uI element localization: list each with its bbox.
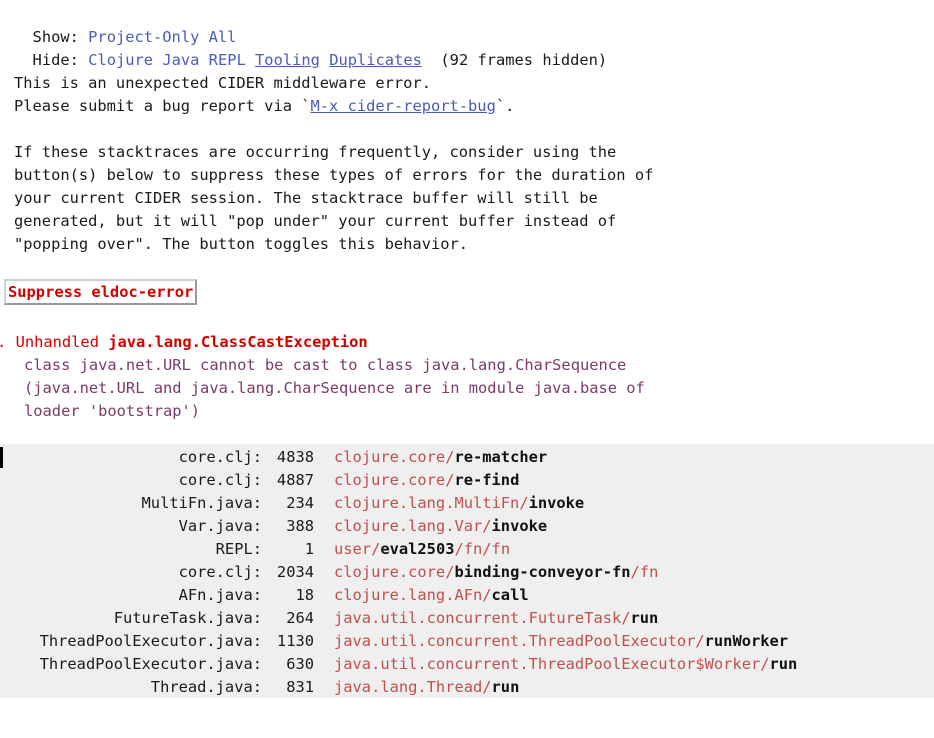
- stack-frame[interactable]: Var.java: 388 clojure.lang.Var/invoke: [0, 515, 934, 538]
- frame-namespace: java.util.concurrent.ThreadPoolExecutor/: [334, 632, 705, 650]
- stack-frame[interactable]: MultiFn.java: 234 clojure.lang.MultiFn/inv…: [0, 492, 934, 515]
- frame-function-name: run: [630, 609, 659, 627]
- frame-file: core.clj:: [178, 563, 262, 581]
- error-message-line: loader 'bootstrap'): [24, 402, 201, 420]
- notice-line-2: Please submit a bug report via `M-x cide…: [14, 95, 514, 118]
- frame-file: AFn.java:: [178, 586, 262, 604]
- stack-frame[interactable]: core.clj: 4887 clojure.core/re-find: [0, 469, 934, 492]
- filter-duplicates[interactable]: Duplicates: [329, 51, 422, 69]
- frame-function-name: invoke: [528, 494, 585, 512]
- frame-namespace: clojure.lang.Var/: [334, 517, 492, 535]
- frame-namespace: clojure.core/: [334, 448, 455, 466]
- notice-line-1: This is an unexpected CIDER middleware e…: [14, 74, 431, 92]
- frame-function-name: runWorker: [704, 632, 789, 650]
- frame-file: core.clj:: [178, 471, 262, 489]
- notice-paragraph-line: button(s) below to suppress these types …: [14, 166, 654, 184]
- error-message-line: (java.net.URL and java.lang.CharSequence…: [24, 379, 645, 397]
- frame-function-name: invoke: [491, 517, 548, 535]
- stack-frame[interactable]: core.clj: 4838 clojure.core/re-matcher: [0, 446, 934, 469]
- frame-line-number: 264: [286, 609, 314, 627]
- error-header: . Unhandled java.lang.ClassCastException: [0, 331, 368, 354]
- hide-label: Hide:: [32, 51, 89, 69]
- frame-file: FutureTask.java:: [113, 609, 262, 627]
- frame-line-number: 18: [295, 586, 314, 604]
- frame-file: Var.java:: [178, 517, 262, 535]
- filter-java[interactable]: Java: [162, 51, 199, 69]
- stack-frame[interactable]: ThreadPoolExecutor.java: 1130 java.util.co…: [0, 630, 934, 653]
- frame-file: ThreadPoolExecutor.java:: [39, 632, 262, 650]
- exception-class[interactable]: java.lang.ClassCastException: [108, 333, 367, 351]
- frame-line-number: 1130: [276, 632, 314, 650]
- frame-function-name: run: [491, 678, 520, 696]
- frame-function-name: run: [769, 655, 798, 673]
- stack-frame[interactable]: Thread.java: 831 java.lang.Thread/run: [0, 676, 934, 699]
- notice-paragraph-line: your current CIDER session. The stacktra…: [14, 189, 598, 207]
- notice-line-2-prefix: Please submit a bug report via `: [14, 97, 311, 115]
- frame-function-name: eval2503: [380, 540, 455, 558]
- frame-function-name: call: [491, 586, 529, 604]
- frame-namespace: clojure.lang.AFn/: [334, 586, 492, 604]
- frame-namespace: clojure.lang.MultiFn/: [334, 494, 529, 512]
- hide-filter-row: Hide: Clojure Java REPL Tooling Duplicat…: [14, 26, 608, 69]
- frame-file: MultiFn.java:: [141, 494, 262, 512]
- frame-namespace: user/: [334, 540, 381, 558]
- error-message-line: class java.net.URL cannot be cast to cla…: [24, 356, 627, 374]
- error-unhandled-label: Unhandled: [15, 333, 109, 351]
- frame-function: clojure.core/binding-conveyor-fn/fn: [334, 561, 658, 584]
- notice-paragraph-line: "popping over". The button toggles this …: [14, 235, 469, 253]
- frame-function: java.util.concurrent.ThreadPoolExecutor/…: [334, 630, 788, 653]
- hidden-frames-count: (92 frames hidden): [440, 51, 608, 69]
- notice-paragraph-line: generated, but it will "pop under" your …: [14, 212, 617, 230]
- frame-namespace: clojure.core/: [334, 471, 455, 489]
- frame-function-name: re-find: [454, 471, 520, 489]
- error-number: .: [0, 333, 6, 351]
- stack-frame[interactable]: ThreadPoolExecutor.java: 630 java.util.con…: [0, 653, 934, 676]
- frame-function: java.util.concurrent.FutureTask/run: [334, 607, 658, 630]
- filter-repl[interactable]: REPL: [209, 51, 246, 69]
- frame-function: clojure.lang.Var/invoke: [334, 515, 547, 538]
- suppress-eldoc-error-button[interactable]: Suppress eldoc-error: [4, 279, 198, 305]
- show-filter-row: Show: Project-Only All: [14, 3, 237, 46]
- frame-file: core.clj:: [178, 448, 262, 466]
- frame-file: Thread.java:: [150, 678, 262, 696]
- frame-line-number: 388: [286, 517, 314, 535]
- frame-file: REPL:: [215, 540, 262, 558]
- frame-function-name: binding-conveyor-fn: [454, 563, 631, 581]
- frame-function: clojure.lang.MultiFn/invoke: [334, 492, 584, 515]
- notice-line-2-suffix: `.: [495, 97, 515, 115]
- frame-line-number: 1: [304, 540, 314, 558]
- frame-namespace: clojure.core/: [334, 563, 455, 581]
- stack-frame[interactable]: FutureTask.java: 264 java.util.concurrent.…: [0, 607, 934, 630]
- report-bug-link[interactable]: M-x cider-report-bug: [311, 97, 496, 115]
- frame-function: clojure.lang.AFn/call: [334, 584, 529, 607]
- frame-function: java.lang.Thread/run: [334, 676, 519, 699]
- frame-line-number: 2034: [276, 563, 314, 581]
- frame-function-suffix: /fn: [630, 563, 659, 581]
- frame-line-number: 630: [286, 655, 314, 673]
- stack-frame[interactable]: AFn.java: 18 clojure.lang.AFn/call: [0, 584, 934, 607]
- stack-frame[interactable]: REPL: 1 user/eval2503/fn/fn: [0, 538, 934, 561]
- frame-namespace: java.util.concurrent.ThreadPoolExecutor$…: [334, 655, 770, 673]
- frame-function-suffix: /fn/fn: [454, 540, 511, 558]
- notice-paragraph-line: If these stacktraces are occurring frequ…: [14, 143, 617, 161]
- frame-line-number: 831: [286, 678, 314, 696]
- frame-function: clojure.core/re-matcher: [334, 446, 547, 469]
- frame-namespace: java.util.concurrent.FutureTask/: [334, 609, 631, 627]
- filter-tooling[interactable]: Tooling: [255, 51, 320, 69]
- frame-function-name: re-matcher: [454, 448, 548, 466]
- frame-file: ThreadPoolExecutor.java:: [39, 655, 262, 673]
- frame-line-number: 4838: [276, 448, 314, 466]
- frame-function: user/eval2503/fn/fn: [334, 538, 510, 561]
- filter-clojure[interactable]: Clojure: [88, 51, 153, 69]
- frame-function: clojure.core/re-find: [334, 469, 519, 492]
- frame-line-number: 234: [286, 494, 314, 512]
- frame-namespace: java.lang.Thread/: [334, 678, 492, 696]
- frame-function: java.util.concurrent.ThreadPoolExecutor$…: [334, 653, 797, 676]
- frame-line-number: 4887: [276, 471, 314, 489]
- stack-frame[interactable]: core.clj: 2034 clojure.core/binding-convey…: [0, 561, 934, 584]
